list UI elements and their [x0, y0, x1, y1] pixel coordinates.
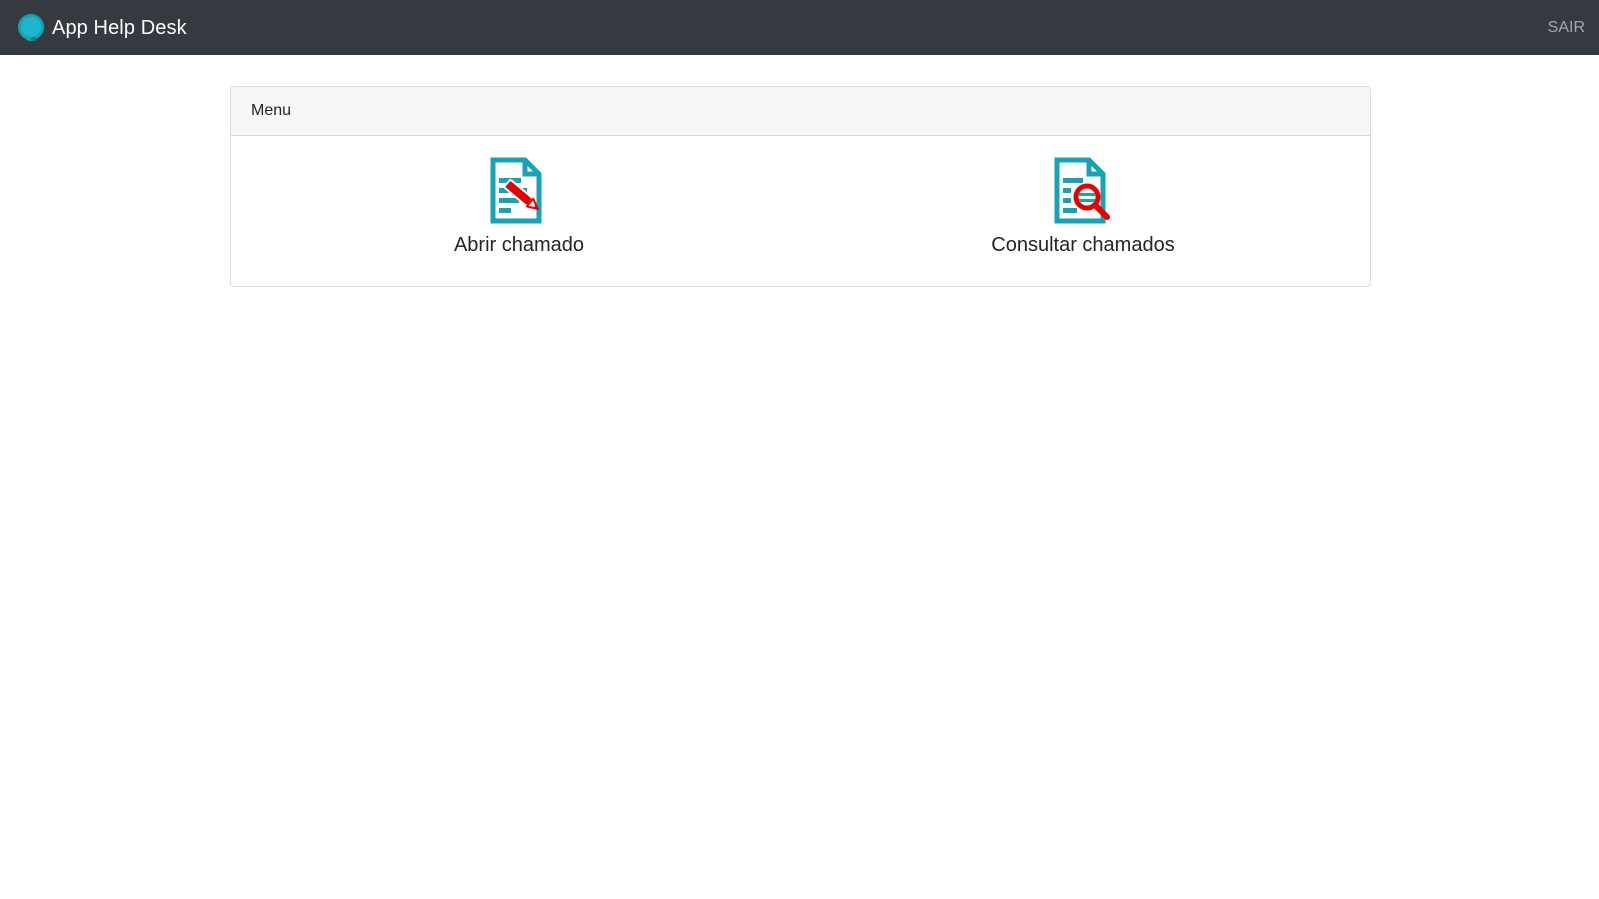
open-ticket-label: Abrir chamado	[453, 234, 585, 256]
brand-title: App Help Desk	[52, 16, 187, 39]
menu-card-title: Menu	[251, 102, 292, 119]
headset-support-icon	[18, 13, 44, 41]
menu-card-body: Abrir chamado Consultar chamados	[231, 136, 1370, 286]
document-edit-icon	[490, 157, 542, 224]
menu-card: Menu Abrir chamado Consultar chamados	[230, 86, 1371, 287]
search-tickets-label: Consultar chamados	[991, 234, 1175, 256]
open-ticket-option[interactable]: Abrir chamado	[369, 157, 669, 257]
logout-link[interactable]: SAIR	[1548, 19, 1585, 37]
top-navbar: App Help Desk SAIR	[0, 0, 1599, 55]
document-search-icon	[1054, 157, 1110, 224]
search-tickets-option[interactable]: Consultar chamados	[933, 157, 1233, 257]
navbar-brand[interactable]: App Help Desk	[16, 12, 187, 44]
menu-card-header: Menu	[231, 87, 1370, 136]
